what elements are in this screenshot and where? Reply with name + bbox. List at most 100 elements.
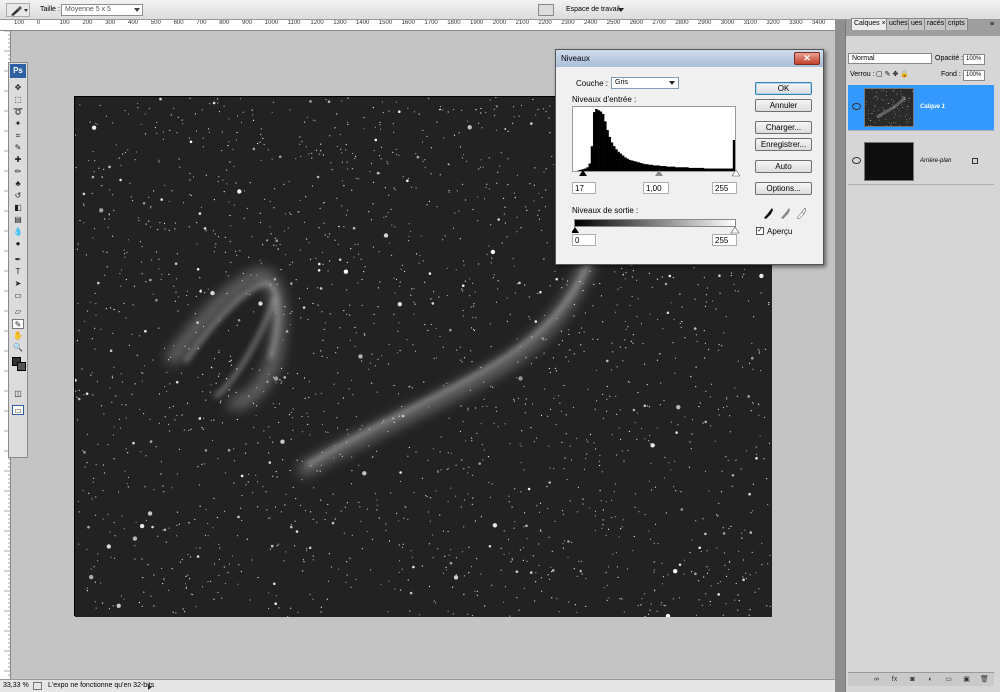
input-white-slider[interactable] [731, 170, 740, 177]
background-color-swatch[interactable] [17, 362, 26, 371]
star [467, 409, 469, 411]
layer-row-calque-1[interactable]: Calque 1 [848, 85, 994, 131]
status-info-icon[interactable] [33, 682, 42, 690]
color-swatches[interactable] [12, 357, 26, 371]
zoom-level[interactable]: 33,33 % [3, 682, 29, 689]
layer-name[interactable]: Arrière-plan [920, 158, 951, 164]
output-black-slider[interactable] [572, 227, 579, 233]
input-gamma-slider[interactable] [655, 170, 663, 176]
blur-tool-icon[interactable]: 💧 [12, 227, 24, 237]
save-button[interactable]: Enregistrer... [755, 138, 812, 151]
blend-mode-select[interactable]: Normal [848, 53, 932, 64]
magic-wand-tool-icon[interactable]: ✦ [12, 119, 24, 129]
star [422, 129, 424, 131]
zoom-tool-icon[interactable]: 🔍 [12, 343, 24, 353]
star [492, 386, 494, 388]
hand-tool-icon[interactable]: ✋ [12, 331, 24, 341]
star [159, 222, 161, 224]
path-selection-tool-icon[interactable]: ➤ [12, 279, 24, 289]
star [562, 543, 564, 545]
brush-tool-icon[interactable]: ✏ [12, 167, 24, 177]
star [499, 165, 501, 167]
shape-tool-icon[interactable]: ▭ [12, 291, 24, 301]
gradient-tool-icon[interactable]: ▤ [12, 215, 24, 225]
workspace-label[interactable]: Espace de travail [566, 6, 620, 13]
star [327, 580, 330, 582]
channel-select[interactable]: Gris [611, 77, 679, 89]
star [433, 600, 435, 602]
input-sliders[interactable] [570, 170, 740, 178]
tab-scripts[interactable]: cripts [945, 18, 968, 30]
eyedropper-tool-icon[interactable]: ✎ [12, 143, 24, 153]
move-tool-icon[interactable]: ✥ [12, 83, 24, 93]
crop-tool-icon[interactable]: ⌗ [12, 131, 24, 141]
output-sliders[interactable] [572, 227, 740, 234]
link-layers-icon[interactable]: ∞ [872, 676, 881, 684]
star [453, 109, 455, 111]
eyedropper-tool-active-icon[interactable]: ✎ [12, 319, 24, 329]
output-white-slider[interactable] [730, 227, 740, 234]
ok-button[interactable]: OK [755, 82, 812, 95]
star [450, 452, 452, 454]
output-black-field[interactable]: 0 [572, 234, 596, 246]
visibility-eye-icon[interactable] [852, 103, 861, 110]
sample-size-select[interactable]: Moyenne 5 x 5 [61, 4, 143, 16]
preview-checkbox[interactable]: ✓ [756, 227, 764, 235]
eraser-tool-icon[interactable]: ◧ [12, 203, 24, 213]
type-tool-icon[interactable]: T [12, 267, 24, 277]
opacity-field[interactable]: 100% [963, 54, 985, 65]
close-icon[interactable]: ✕ [794, 52, 820, 65]
status-menu-arrow-icon[interactable] [148, 684, 152, 690]
options-button[interactable]: Options... [755, 182, 812, 195]
notes-tool-icon[interactable]: ▱ [12, 307, 24, 317]
clone-stamp-tool-icon[interactable]: ♣ [12, 179, 24, 189]
white-point-eyedropper-icon[interactable] [796, 207, 806, 219]
star [493, 115, 496, 117]
levels-titlebar[interactable]: Niveaux ✕ [556, 50, 823, 67]
tool-preset-picker[interactable] [6, 3, 30, 17]
visibility-eye-icon[interactable] [852, 157, 861, 164]
gray-point-eyedropper-icon[interactable] [780, 207, 790, 219]
layer-style-icon[interactable]: fx [890, 676, 899, 684]
new-layer-icon[interactable]: ▣ [962, 676, 971, 684]
new-group-icon[interactable]: ▭ [944, 676, 953, 684]
workspace-icon[interactable] [538, 4, 554, 16]
fill-field[interactable]: 100% [963, 70, 985, 81]
lasso-tool-icon[interactable]: ➰ [12, 107, 24, 117]
input-black-slider[interactable] [579, 170, 587, 176]
history-brush-tool-icon[interactable]: ↺ [12, 191, 24, 201]
star [615, 552, 618, 554]
pen-tool-icon[interactable]: ✒ [12, 255, 24, 265]
ruler-top[interactable]: 100 0 100 200 300 400 500 600 700 800 900 1000 1100 1… [0, 20, 835, 31]
cancel-button[interactable]: Annuler [755, 99, 812, 112]
thumbnail-star [896, 108, 898, 109]
adjustment-layer-icon[interactable]: ◐ [926, 676, 935, 684]
input-white-field[interactable]: 255 [712, 182, 737, 194]
output-white-field[interactable]: 255 [712, 234, 737, 246]
auto-button[interactable]: Auto [755, 160, 812, 173]
load-button[interactable]: Charger... [755, 121, 812, 134]
panel-menu-icon[interactable]: ≡ [990, 21, 994, 28]
star [166, 390, 168, 392]
layer-row-background[interactable]: Arrière-plan [848, 139, 994, 185]
workspace-chevron-down-icon[interactable] [618, 8, 624, 12]
healing-brush-tool-icon[interactable]: ✚ [12, 155, 24, 165]
dodge-tool-icon[interactable]: ● [12, 239, 24, 249]
input-gamma-field[interactable]: 1,00 [643, 182, 669, 194]
star [541, 590, 543, 592]
screen-mode-icon[interactable]: ▭ [12, 405, 24, 415]
add-mask-icon[interactable]: ◙ [908, 676, 917, 684]
quick-mask-icon[interactable]: ◫ [12, 389, 24, 399]
input-black-field[interactable]: 17 [572, 182, 596, 194]
star [517, 397, 519, 399]
tab-paths[interactable]: ues [908, 18, 926, 30]
tab-traces[interactable]: racés [924, 18, 948, 30]
black-point-eyedropper-icon[interactable] [763, 207, 773, 219]
layer-name[interactable]: Calque 1 [920, 104, 945, 110]
star [696, 340, 698, 342]
marquee-tool-icon[interactable]: ⬚ [12, 95, 24, 105]
delete-layer-icon[interactable]: 🗑 [980, 676, 989, 684]
lock-options-icons[interactable]: ▢✎✥🔒 [876, 70, 911, 78]
tab-couches[interactable]: uches [886, 18, 911, 30]
tab-calques[interactable]: Calques × [851, 18, 889, 30]
